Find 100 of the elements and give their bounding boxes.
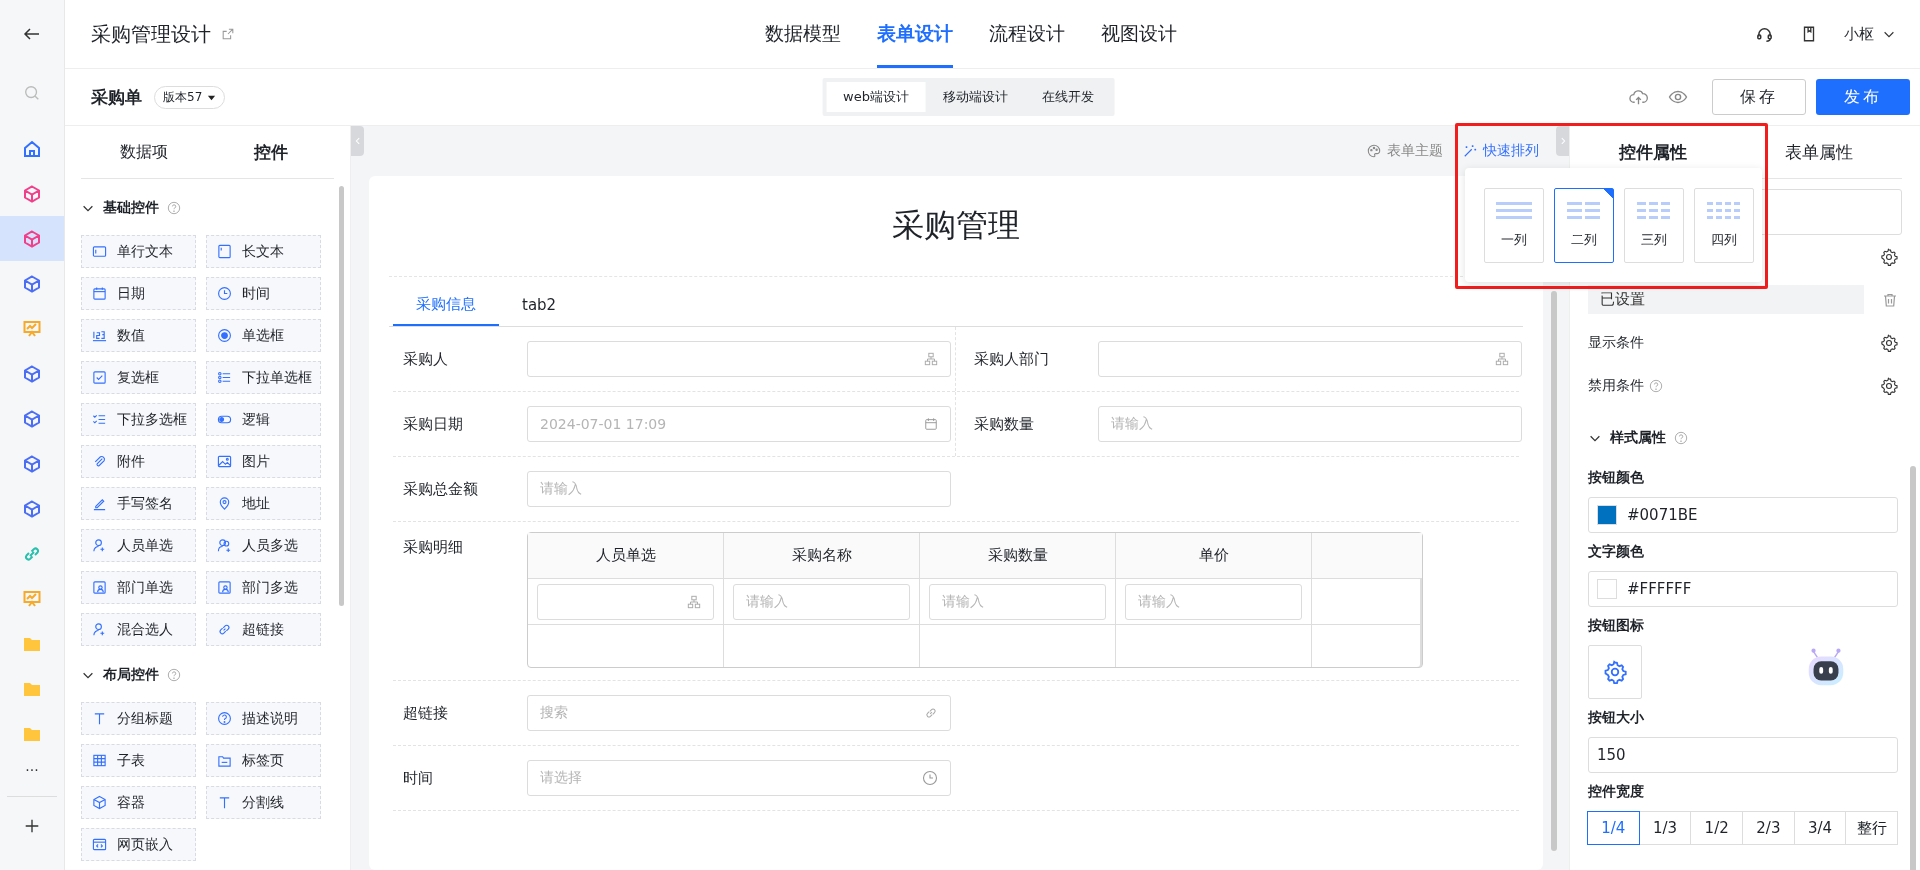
settings-icon[interactable] (1880, 376, 1898, 395)
nav-tab[interactable]: 数据模型 (764, 0, 841, 68)
control-item[interactable]: 下拉单选框 (206, 361, 321, 394)
width-option[interactable]: 1/2 (1690, 811, 1743, 845)
width-option[interactable]: 1/3 (1638, 811, 1692, 845)
nav-tab[interactable]: 流程设计 (988, 0, 1065, 68)
control-item[interactable]: 分组标题 (81, 702, 196, 735)
input-field[interactable] (537, 583, 714, 620)
nav-tab[interactable]: 表单设计 (876, 0, 953, 68)
control-item[interactable]: 日期 (81, 277, 196, 310)
publish-button[interactable]: 发布 (1816, 79, 1910, 115)
field-value: 150 (1597, 746, 1626, 764)
form-tab[interactable]: 采购信息 (393, 295, 499, 326)
control-item[interactable]: 分割线 (206, 786, 321, 819)
cube-icon (92, 795, 107, 810)
settings-icon[interactable] (1880, 247, 1898, 266)
control-item[interactable]: 数值 (81, 319, 196, 352)
panel-tab[interactable]: 表单属性 (1736, 126, 1902, 178)
control-item[interactable]: 地址 (206, 487, 321, 520)
input-field[interactable]: 150 (1588, 737, 1898, 773)
help-icon[interactable] (167, 668, 181, 682)
cloud-upload-icon[interactable] (1629, 87, 1648, 107)
control-label: 复选框 (117, 368, 159, 387)
control-item[interactable]: 时间 (206, 277, 321, 310)
help-icon[interactable] (167, 201, 181, 215)
panel-tab[interactable]: 控件 (207, 126, 334, 178)
layout-option[interactable]: 一列 (1484, 187, 1544, 263)
save-button[interactable]: 保存 (1712, 79, 1806, 115)
external-link-icon[interactable] (221, 27, 235, 41)
control-item[interactable]: 描述说明 (206, 702, 321, 735)
search-icon[interactable] (23, 84, 41, 102)
control-item[interactable]: 单选框 (206, 319, 321, 352)
textarea-icon (217, 244, 232, 259)
control-item[interactable]: 图片 (206, 445, 321, 478)
layout-option[interactable]: 四列 (1694, 187, 1754, 263)
delete-icon[interactable] (1882, 291, 1898, 308)
control-label: 网页嵌入 (117, 835, 173, 854)
color-field[interactable]: #FFFFFF (1588, 571, 1898, 607)
color-field[interactable]: #0071BE (1588, 497, 1898, 533)
collapse-handle[interactable] (351, 126, 364, 156)
control-item[interactable]: 超链接 (206, 613, 321, 646)
field-label: 超链接 (402, 703, 449, 723)
control-item[interactable]: 附件 (81, 445, 196, 478)
id-card-icon (92, 580, 107, 595)
input-field[interactable] (1098, 341, 1522, 377)
layout-option[interactable]: 二列 (1554, 187, 1614, 263)
control-item[interactable]: 手写签名 (81, 487, 196, 520)
control-item[interactable]: 复选框 (81, 361, 196, 394)
field-label: 采购数量 (973, 414, 1035, 434)
icon-picker[interactable] (1588, 645, 1642, 699)
control-item[interactable]: 逻辑 (206, 403, 321, 436)
width-option[interactable]: 2/3 (1742, 811, 1795, 845)
control-item[interactable]: 长文本 (206, 235, 321, 268)
quick-arrange-button[interactable]: 快速排列 (1463, 142, 1539, 160)
panel-tab[interactable]: 控件属性 (1570, 126, 1736, 178)
mode-tab[interactable]: 在线开发 (1024, 82, 1111, 112)
settings-icon[interactable] (1880, 333, 1898, 352)
field-label: 采购人 (402, 349, 449, 369)
option-label: 三列 (1641, 231, 1667, 249)
color-value: #0071BE (1627, 506, 1698, 524)
nav-tab[interactable]: 视图设计 (1100, 0, 1177, 68)
control-item[interactable]: 部门多选 (206, 571, 321, 604)
add-icon[interactable] (23, 817, 41, 835)
width-option[interactable]: 1/4 (1587, 811, 1640, 845)
configured-status: 已设置 (1588, 285, 1864, 314)
help-icon[interactable] (1674, 431, 1688, 445)
control-label: 附件 (117, 452, 145, 471)
width-option[interactable]: 整行 (1845, 811, 1899, 845)
input-field[interactable] (527, 341, 951, 377)
more-menu[interactable]: ··· (25, 762, 39, 778)
property-label: 文字颜色 (1588, 543, 1645, 561)
collapse-handle[interactable] (1556, 126, 1569, 156)
form-tab[interactable]: tab2 (499, 295, 580, 326)
placeholder-text: 请选择 (540, 769, 582, 787)
width-option[interactable]: 3/4 (1793, 811, 1847, 845)
textbox-icon (92, 244, 107, 259)
control-item[interactable]: 单行文本 (81, 235, 196, 268)
control-item[interactable]: 人员多选 (206, 529, 321, 562)
user-menu[interactable]: 小枢 (1844, 24, 1874, 44)
control-item[interactable]: 混合选人 (81, 613, 196, 646)
control-item[interactable]: 人员单选 (81, 529, 196, 562)
control-item[interactable]: 部门单选 (81, 571, 196, 604)
control-item[interactable]: 容器 (81, 786, 196, 819)
control-item[interactable]: 标签页 (206, 744, 321, 777)
control-label: 逻辑 (242, 410, 270, 429)
control-item[interactable]: 网页嵌入 (81, 828, 196, 861)
panel-tab[interactable]: 数据项 (81, 126, 208, 178)
nav-item[interactable] (0, 216, 64, 261)
layout-option[interactable]: 三列 (1624, 187, 1684, 263)
control-label: 长文本 (242, 242, 284, 261)
property-label: 控件宽度 (1588, 783, 1645, 801)
color-value: #FFFFFF (1627, 580, 1692, 598)
help-icon[interactable] (1649, 378, 1663, 393)
control-label: 日期 (117, 284, 145, 303)
control-item[interactable]: 下拉多选框 (81, 403, 196, 436)
mode-tab[interactable]: 移动端设计 (925, 82, 1025, 112)
mode-tab[interactable]: web端设计 (826, 82, 926, 112)
control-item[interactable]: 子表 (81, 744, 196, 777)
settings-icon (1603, 660, 1627, 684)
field-label: 采购总金额 (402, 479, 479, 499)
